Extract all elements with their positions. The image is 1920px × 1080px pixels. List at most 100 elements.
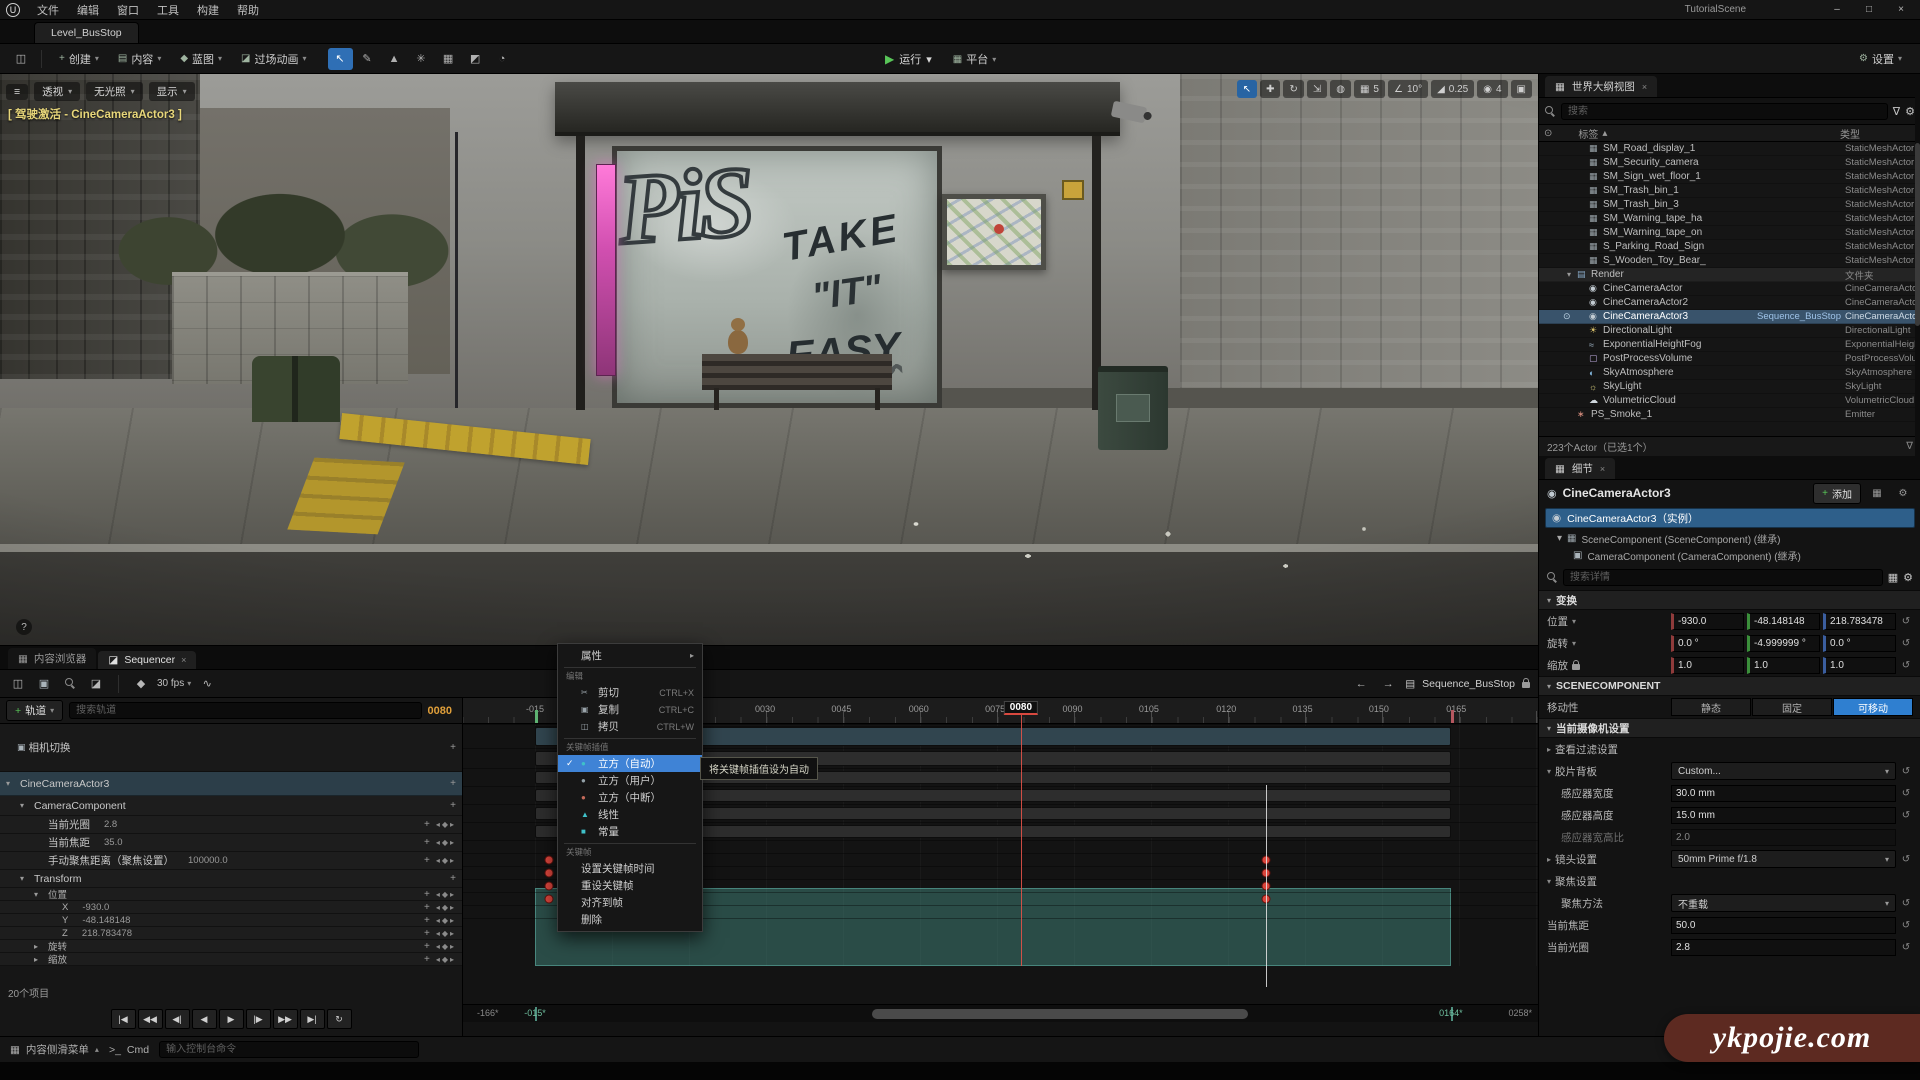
menu-item[interactable]: 复制CTRL+C (558, 701, 702, 718)
keyframe-marker[interactable] (545, 856, 554, 865)
create-button[interactable]: 创建 (51, 48, 107, 70)
outliner-row[interactable]: SM_Warning_tape_on StaticMeshActor (1539, 226, 1920, 240)
menu-item[interactable]: 设置关键帧时间 (558, 860, 702, 877)
location-z-field[interactable]: 218.783478 (1823, 613, 1896, 630)
outliner-row[interactable]: ExponentialHeightFog ExponentialHeightFo… (1539, 338, 1920, 352)
expander-icon[interactable]: ▾ (6, 779, 17, 788)
menu-item-interpolation[interactable]: 立方（用户） (558, 772, 702, 789)
save-sequence-icon[interactable] (8, 675, 28, 693)
rotation-snap-button[interactable]: 10° (1388, 80, 1428, 98)
scale-x-field[interactable]: 1.0 (1671, 657, 1744, 674)
sequencer-track-row[interactable]: 当前光圈 2.8 +◂◆▸ (0, 816, 462, 834)
rotation-z-field[interactable]: 0.0 ° (1823, 635, 1896, 652)
section-transform[interactable]: 变换 (1539, 590, 1920, 610)
sequencer-track-row[interactable]: ▸ 旋转 +◂◆▸ (0, 940, 462, 953)
reset-icon[interactable] (1899, 660, 1913, 671)
level-viewport[interactable]: PiS TAKE "IT" EASY 透视 无光照 显示 [ 驾驶激活 - Ci… (0, 74, 1538, 645)
perspective-dropdown[interactable]: 透视 (34, 82, 80, 101)
menu-item[interactable]: 工具 (148, 0, 188, 20)
timeline-scrollbar-handle[interactable] (872, 1009, 1248, 1019)
add-key-icon[interactable]: + (424, 915, 430, 926)
close-button[interactable] (1888, 4, 1914, 15)
outliner-row[interactable]: CineCameraActor CineCameraActor (1539, 282, 1920, 296)
lock-icon[interactable] (1522, 682, 1530, 688)
create-camera-icon[interactable] (34, 675, 54, 693)
details-settings-icon[interactable] (1893, 488, 1913, 499)
sequencer-track-row[interactable]: Y -48.148148 +◂◆▸ (0, 914, 462, 927)
menu-item[interactable]: 文件 (28, 0, 68, 20)
outliner-row[interactable]: S_Parking_Road_Sign StaticMeshActor (1539, 240, 1920, 254)
aperture-field[interactable]: 2.8 (1671, 939, 1896, 956)
sequence-link[interactable]: Sequence_BusStop (1757, 311, 1841, 322)
paint-mode-icon[interactable] (355, 48, 380, 70)
settings-button[interactable]: 设置 (1851, 48, 1910, 70)
add-key-icon[interactable]: + (450, 800, 456, 811)
tab-sequencer[interactable]: Sequencer (98, 651, 196, 669)
view-mode-dropdown[interactable]: 无光照 (86, 82, 143, 101)
sequence-name[interactable]: Sequence_BusStop (1422, 678, 1515, 690)
find-icon[interactable] (65, 678, 76, 689)
eye-icon[interactable] (1563, 311, 1579, 322)
expander-icon[interactable]: ▾ (20, 801, 31, 810)
mobility-option[interactable]: 固定 (1752, 698, 1832, 716)
expander-icon[interactable] (1557, 533, 1562, 544)
scale-tool-button[interactable] (1307, 80, 1327, 98)
keyframe-marker[interactable] (545, 869, 554, 878)
play-button[interactable]: 运行 (876, 48, 941, 70)
jump-back-button[interactable] (138, 1009, 163, 1029)
sequencer-track-row[interactable]: Z 218.783478 +◂◆▸ (0, 927, 462, 940)
add-key-icon[interactable]: + (450, 742, 456, 753)
playback-range-end-marker[interactable] (1451, 710, 1454, 723)
expander-icon[interactable] (1547, 767, 1551, 776)
viewport-menu-button[interactable] (6, 84, 28, 100)
rotation-y-field[interactable]: -4.999999 ° (1747, 635, 1820, 652)
track-value[interactable]: 100000.0 (188, 855, 228, 866)
jump-forward-button[interactable] (273, 1009, 298, 1029)
next-key-button[interactable] (246, 1009, 271, 1029)
menu-item[interactable]: 构建 (188, 0, 228, 20)
content-button[interactable]: 内容 (110, 48, 169, 70)
location-y-field[interactable]: -48.148148 (1747, 613, 1820, 630)
timeline-range-bar[interactable]: -166* -015* 0164* 0258* (463, 1004, 1538, 1022)
minimize-button[interactable] (1824, 4, 1850, 15)
step-back-button[interactable] (192, 1009, 217, 1029)
keyframe-nav[interactable]: ◂◆▸ (436, 903, 456, 912)
add-component-button[interactable]: 添加 (1813, 483, 1861, 504)
console-input[interactable] (159, 1041, 419, 1058)
menu-item[interactable]: 编辑 (68, 0, 108, 20)
sequencer-track-row[interactable]: X -930.0 +◂◆▸ (0, 901, 462, 914)
keyframe-nav[interactable]: ◂◆▸ (436, 890, 456, 899)
keyframe-nav[interactable]: ◂◆▸ (436, 856, 456, 865)
maximize-viewport-button[interactable] (1511, 80, 1532, 98)
focal-length-field[interactable]: 50.0 (1671, 917, 1896, 934)
menu-item[interactable]: 对齐到帧 (558, 894, 702, 911)
current-frame-display[interactable]: 0080 (428, 705, 456, 717)
expander-icon[interactable]: ▾ (20, 874, 31, 883)
camera-speed-button[interactable]: 4 (1477, 80, 1507, 98)
track-value[interactable]: -48.148148 (82, 915, 130, 926)
help-button[interactable]: ? (16, 619, 32, 635)
outliner-row[interactable]: SM_Warning_tape_ha StaticMeshActor (1539, 212, 1920, 226)
foliage-mode-icon[interactable] (409, 48, 434, 70)
unreal-logo-icon[interactable] (6, 3, 20, 17)
playhead-line[interactable] (1021, 706, 1022, 966)
show-dropdown[interactable]: 显示 (149, 82, 195, 101)
reset-icon[interactable] (1899, 788, 1913, 799)
close-icon[interactable] (1600, 464, 1605, 474)
reset-icon[interactable] (1899, 766, 1913, 777)
details-search-input[interactable] (1563, 569, 1883, 586)
rotation-x-field[interactable]: 0.0 ° (1671, 635, 1744, 652)
keyframe-nav[interactable]: ◂◆▸ (436, 916, 456, 925)
sequencer-track-row[interactable]: 相机切换 +◂◆▸ (0, 724, 462, 772)
sequencer-track-row[interactable]: ▾ 位置 +◂◆▸ (0, 888, 462, 901)
scale-z-field[interactable]: 1.0 (1823, 657, 1896, 674)
outliner-row[interactable]: SkyLight SkyLight (1539, 380, 1920, 394)
forward-icon[interactable] (1378, 675, 1398, 693)
outliner-row[interactable]: ▾ Render 文件夹 (1539, 268, 1920, 282)
rotate-tool-button[interactable] (1283, 80, 1303, 98)
sequencer-track-row[interactable]: ▸ 缩放 +◂◆▸ (0, 953, 462, 966)
expander-icon[interactable]: ▾ (34, 890, 45, 899)
expander-icon[interactable]: ▸ (34, 942, 45, 951)
expander-icon[interactable] (1547, 855, 1551, 864)
sequencer-track-row[interactable]: ▾ Transform +◂◆▸ (0, 870, 462, 888)
